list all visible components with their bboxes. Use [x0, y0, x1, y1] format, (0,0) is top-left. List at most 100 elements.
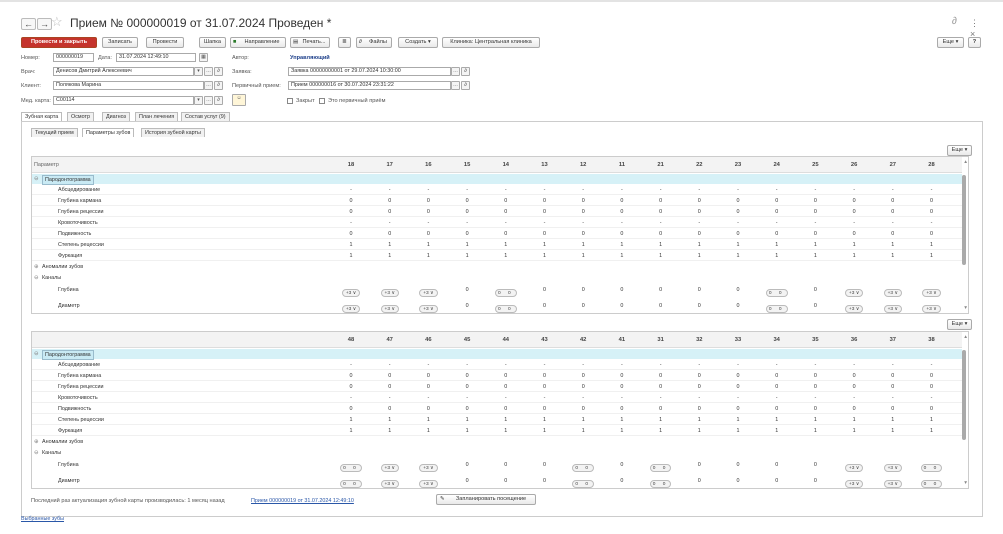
canal-selector[interactable]: +3 ∨ [883, 288, 902, 297]
param-value[interactable]: 0 [680, 196, 718, 206]
param-value[interactable]: - [796, 360, 834, 370]
param-value[interactable]: 0 [835, 229, 873, 239]
window-controls[interactable]: ⋮ × [970, 18, 1003, 39]
param-value[interactable]: 1 [371, 415, 409, 425]
param-value[interactable]: 1 [835, 240, 873, 250]
param-value[interactable]: - [835, 393, 873, 403]
param-value[interactable]: - [758, 218, 796, 228]
grid-scrollbar[interactable] [962, 350, 966, 440]
param-value[interactable]: 0 [758, 371, 796, 381]
param-value[interactable]: 0 [913, 196, 951, 206]
canal-value-cell[interactable]: 0 [719, 460, 757, 470]
schedule-visit-button[interactable]: ✎ Запланировать посещение [436, 494, 536, 505]
canal-value-cell[interactable]: +3 ∨ [913, 304, 951, 313]
request-field[interactable]: Заявка 00000000001 от 29.07.2024 10:30:0… [288, 67, 451, 76]
param-value[interactable]: 0 [526, 207, 564, 217]
number-field[interactable]: 000000019 [53, 53, 94, 62]
param-value[interactable]: 0 [487, 404, 525, 414]
param-value[interactable]: - [835, 218, 873, 228]
param-value[interactable]: 0 [448, 371, 486, 381]
param-value[interactable]: 0 [758, 229, 796, 239]
param-value[interactable]: 0 [371, 371, 409, 381]
param-value[interactable]: - [874, 393, 912, 403]
param-value[interactable]: 0 [371, 229, 409, 239]
param-value[interactable]: - [913, 393, 951, 403]
param-value[interactable]: 0 [332, 382, 370, 392]
canal-selector[interactable]: +3 ∨ [419, 288, 438, 297]
canal-selector[interactable]: +3 ∨ [380, 304, 399, 313]
canal-selector[interactable]: 0 0 [649, 463, 672, 472]
canal-value-cell[interactable]: 0 [680, 460, 718, 470]
canal-value-cell[interactable]: 0 [758, 476, 796, 486]
user-card-icon[interactable]: ☺ [232, 94, 246, 106]
param-value[interactable]: - [719, 218, 757, 228]
canal-value-cell[interactable]: +3 ∨ [371, 304, 409, 313]
param-value[interactable]: 1 [796, 415, 834, 425]
canal-selector[interactable]: 0 0 [572, 479, 595, 488]
param-value[interactable]: 0 [526, 196, 564, 206]
param-value[interactable]: 0 [835, 196, 873, 206]
param-value[interactable]: 1 [487, 415, 525, 425]
canal-value-cell[interactable]: +3 ∨ [874, 304, 912, 313]
param-value[interactable]: 0 [526, 382, 564, 392]
direction-button[interactable]: ■ Направление [230, 37, 286, 48]
param-value[interactable]: 1 [874, 415, 912, 425]
post-and-close-button[interactable]: Провести и закрыть [21, 37, 97, 48]
doctor-field[interactable]: Денисов Дмитрий Алексеевич [53, 67, 194, 76]
canal-selector[interactable]: +3 ∨ [341, 304, 361, 313]
closed-checkbox[interactable] [287, 98, 293, 104]
param-value[interactable]: 1 [874, 240, 912, 250]
canal-value-cell[interactable]: +3 ∨ [835, 479, 873, 488]
canal-value-cell[interactable]: 0 0 [642, 479, 680, 488]
param-value[interactable]: 1 [332, 240, 370, 250]
param-value[interactable]: 1 [564, 240, 602, 250]
param-value[interactable]: - [642, 393, 680, 403]
param-value[interactable]: 1 [332, 426, 370, 436]
param-value[interactable]: - [719, 185, 757, 195]
canal-value-cell[interactable]: +3 ∨ [332, 304, 370, 313]
param-value[interactable]: 0 [680, 229, 718, 239]
canal-value-cell[interactable]: 0 [719, 301, 757, 311]
param-value[interactable]: 1 [913, 251, 951, 261]
param-value[interactable]: - [487, 185, 525, 195]
param-value[interactable]: 1 [913, 426, 951, 436]
list-icon-button[interactable]: ≣ [338, 37, 351, 48]
expand-icon[interactable]: ⊕ [34, 437, 39, 447]
canal-value-cell[interactable]: 0 [448, 460, 486, 470]
param-value[interactable]: - [642, 185, 680, 195]
param-value[interactable]: 1 [758, 240, 796, 250]
param-value[interactable]: 1 [448, 251, 486, 261]
tab-exam[interactable]: Осмотр [67, 112, 94, 121]
param-value[interactable]: 1 [409, 415, 447, 425]
param-value[interactable]: 1 [332, 251, 370, 261]
param-value[interactable]: 0 [796, 371, 834, 381]
canal-selector[interactable]: +3 ∨ [380, 288, 399, 297]
param-value[interactable]: 0 [642, 371, 680, 381]
selected-teeth-link[interactable]: Выбранные зубы [21, 516, 64, 522]
canal-selector[interactable]: 0 0 [765, 288, 788, 297]
param-value[interactable]: - [448, 185, 486, 195]
param-value[interactable]: 0 [409, 196, 447, 206]
canal-value-cell[interactable]: 0 [448, 301, 486, 311]
tab-diagnosis[interactable]: Диагноз [102, 112, 131, 121]
canal-value-cell[interactable]: +3 ∨ [874, 288, 912, 298]
grid-scrollbar[interactable] [962, 175, 966, 265]
canal-value-cell[interactable]: 0 0 [487, 288, 525, 298]
param-value[interactable]: 0 [913, 404, 951, 414]
grid-more-button[interactable]: Еще ▾ [947, 319, 972, 330]
param-value[interactable]: - [371, 218, 409, 228]
param-value[interactable]: 0 [332, 229, 370, 239]
canal-value-cell[interactable]: 0 [603, 301, 641, 311]
param-value[interactable]: 0 [371, 207, 409, 217]
files-button[interactable]: ∂ Файлы [356, 37, 392, 48]
canal-value-cell[interactable]: +3 ∨ [874, 463, 912, 473]
canal-value-cell[interactable]: 0 [603, 285, 641, 295]
param-value[interactable]: 0 [758, 196, 796, 206]
canal-selector[interactable]: +3 ∨ [419, 304, 438, 313]
param-value[interactable]: - [487, 360, 525, 370]
param-value[interactable]: 1 [332, 415, 370, 425]
canal-value-cell[interactable]: +3 ∨ [913, 288, 951, 298]
param-value[interactable]: 0 [487, 196, 525, 206]
param-value[interactable]: 0 [835, 404, 873, 414]
canal-selector[interactable]: +3 ∨ [419, 463, 438, 472]
